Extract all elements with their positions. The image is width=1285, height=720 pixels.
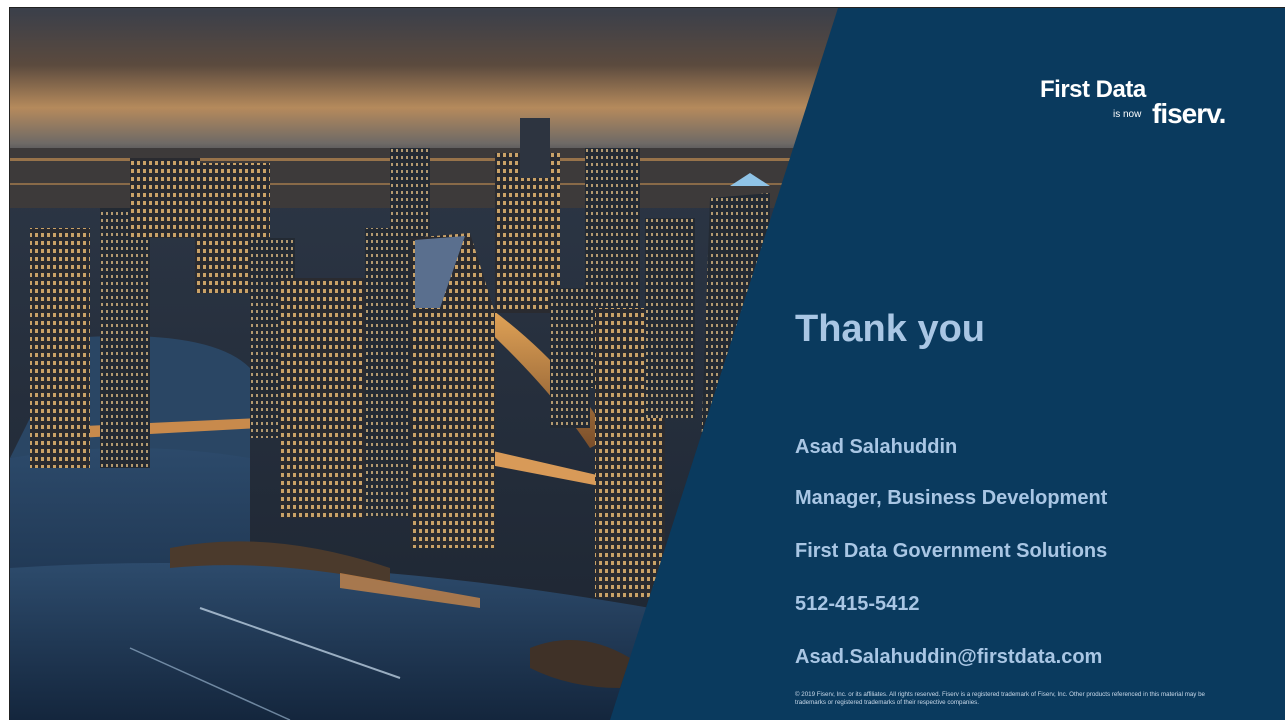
contact-email: Asad.Salahuddin@firstdata.com: [795, 646, 1103, 668]
legal-footer: © 2019 Fiserv, Inc. or its affiliates. A…: [795, 691, 1205, 706]
slide: First Data is now fiserv. Thank you Asad…: [9, 7, 1285, 720]
contact-org: First Data Government Solutions: [795, 540, 1108, 562]
first-data-fiserv-logo: First Data is now fiserv.: [1040, 76, 1240, 136]
contact-phone: 512-415-5412: [795, 593, 920, 615]
page-title: Thank you: [795, 308, 986, 350]
contact-name: Asad Salahuddin: [795, 436, 958, 458]
logo-is-now: is now: [1113, 109, 1142, 120]
contact-role: Manager, Business Development: [795, 487, 1108, 509]
logo-fiserv: fiserv.: [1152, 98, 1226, 129]
logo-first-data: First Data: [1040, 76, 1146, 103]
